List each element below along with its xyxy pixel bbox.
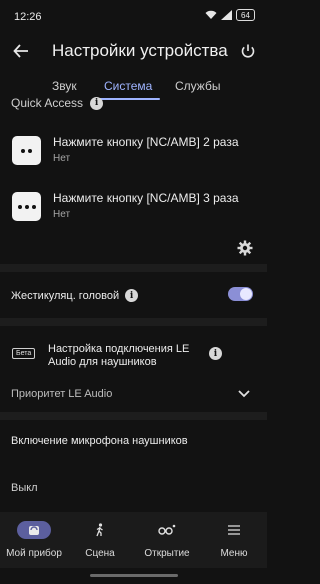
page-title: Настройки устройства xyxy=(52,41,228,60)
power-icon xyxy=(241,44,255,58)
gear-icon xyxy=(237,240,253,256)
toggle-knob xyxy=(240,288,252,300)
quick-access-item-title: Нажмите кнопку [NC/AMB] 2 раза xyxy=(53,135,239,149)
active-tab-indicator xyxy=(97,98,160,100)
hamburger-menu-icon xyxy=(220,521,248,539)
nav-label: Мой прибор xyxy=(6,548,62,559)
status-time: 12:26 xyxy=(14,11,42,23)
quick-access-item-value: Нет xyxy=(53,209,71,220)
beta-badge: Бета xyxy=(12,348,36,359)
three-dots-icon xyxy=(12,192,41,221)
section-divider xyxy=(0,318,267,326)
le-audio-priority-label[interactable]: Приоритет LE Audio xyxy=(11,388,112,400)
walking-person-icon xyxy=(86,521,114,539)
nav-scene[interactable]: Сцена xyxy=(72,512,128,568)
quick-access-settings-button[interactable] xyxy=(236,239,254,257)
head-gestures-label: Жестикуляц. головой xyxy=(11,289,120,302)
tab-sound[interactable]: Звук xyxy=(52,79,77,93)
info-icon[interactable]: i xyxy=(90,96,104,110)
quick-access-label: Quick Access xyxy=(11,96,84,110)
nav-label: Открытие xyxy=(144,548,190,559)
nav-menu[interactable]: Меню xyxy=(207,512,261,568)
arrow-left-icon xyxy=(13,44,28,58)
two-dots-icon xyxy=(12,136,41,165)
status-bar: 12:26 64 xyxy=(0,0,267,34)
app-header: Настройки устройства xyxy=(0,34,267,68)
quick-access-header: Quick Access i xyxy=(11,96,104,110)
quick-access-item-3x[interactable]: Нажмите кнопку [NC/AMB] 3 раза Нет xyxy=(0,186,267,230)
status-icons: 64 xyxy=(205,9,255,21)
tab-system[interactable]: Система xyxy=(104,79,152,93)
section-divider xyxy=(0,412,267,420)
signal-icon xyxy=(221,10,232,20)
head-gestures-toggle[interactable] xyxy=(228,287,253,301)
bottom-navigation: Мой прибор Сцена Открытие Меню xyxy=(0,512,267,568)
quick-access-item-2x[interactable]: Нажмите кнопку [NC/AMB] 2 раза Нет xyxy=(0,130,267,174)
mic-setting-value[interactable]: Выкл xyxy=(11,482,38,494)
chevron-down-icon[interactable] xyxy=(237,388,251,400)
le-audio-title: Настройка подключения LE Audio для наушн… xyxy=(48,343,190,368)
wifi-icon xyxy=(205,10,217,19)
nav-my-device[interactable]: Мой прибор xyxy=(4,512,64,568)
tab-services[interactable]: Службы xyxy=(175,79,220,93)
battery-icon: 64 xyxy=(236,9,255,21)
nav-label: Меню xyxy=(220,548,248,559)
home-indicator[interactable] xyxy=(90,574,178,577)
headphones-device-icon xyxy=(17,521,51,539)
section-divider xyxy=(0,264,267,272)
binoculars-icon xyxy=(153,521,181,539)
nav-label: Сцена xyxy=(85,548,115,559)
quick-access-item-title: Нажмите кнопку [NC/AMB] 3 раза xyxy=(53,191,239,205)
mic-setting-label[interactable]: Включение микрофона наушников xyxy=(11,435,188,447)
quick-access-item-value: Нет xyxy=(53,153,71,164)
info-icon[interactable]: i xyxy=(209,347,222,360)
nav-discover[interactable]: Открытие xyxy=(138,512,196,568)
head-gestures-row: Жестикуляц. головой i xyxy=(11,289,139,302)
info-icon[interactable]: i xyxy=(125,289,139,302)
back-button[interactable] xyxy=(8,38,34,64)
power-button[interactable] xyxy=(235,38,261,64)
